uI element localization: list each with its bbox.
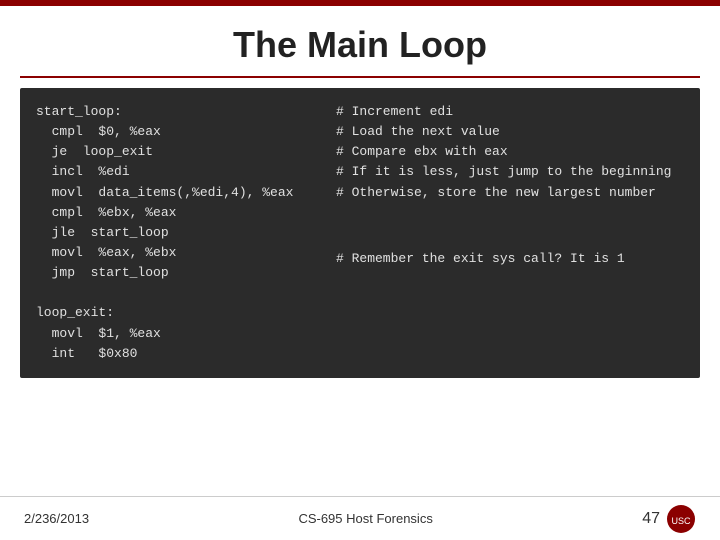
footer: 2/236/2013 CS-695 Host Forensics 47 USC [0, 496, 720, 540]
slide: The Main Loop start_loop: cmpl $0, %eax … [0, 0, 720, 540]
slide-title: The Main Loop [0, 24, 720, 66]
page-number: 47 [642, 510, 660, 528]
code-left: start_loop: cmpl $0, %eax je loop_exit i… [36, 102, 316, 364]
code-content: start_loop: cmpl $0, %eax je loop_exit i… [36, 102, 684, 364]
title-divider [20, 76, 700, 78]
code-left-text: start_loop: cmpl $0, %eax je loop_exit i… [36, 102, 316, 364]
svg-text:USC: USC [671, 516, 691, 526]
footer-date: 2/236/2013 [24, 511, 89, 526]
footer-course: CS-695 Host Forensics [298, 511, 432, 526]
footer-page: 47 USC [642, 504, 696, 534]
code-comment-top: # Increment edi # Load the next value # … [336, 102, 684, 203]
code-right: # Increment edi # Load the next value # … [316, 102, 684, 364]
code-comment-bottom: # Remember the exit sys call? It is 1 [336, 249, 684, 269]
code-block: start_loop: cmpl $0, %eax je loop_exit i… [20, 88, 700, 378]
title-area: The Main Loop [0, 6, 720, 76]
footer-logo: USC [666, 504, 696, 534]
